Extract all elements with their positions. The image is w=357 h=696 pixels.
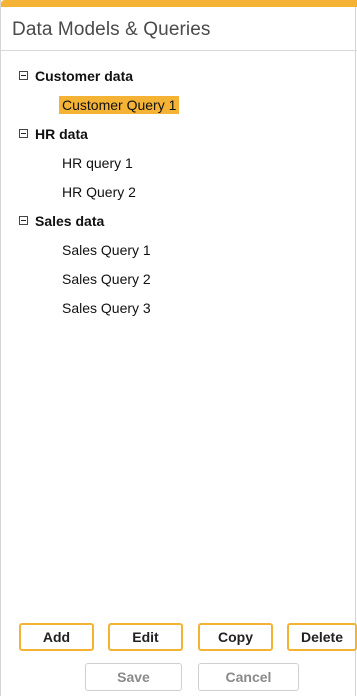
add-button[interactable]: Add (19, 623, 94, 651)
tree-item-customer-query-1[interactable]: Customer Query 1 (1, 91, 357, 120)
tree-group-label[interactable]: HR data (35, 126, 88, 142)
tree-item-label[interactable]: Customer Query 1 (59, 96, 180, 114)
tree-item-label[interactable]: Sales Query 1 (59, 241, 154, 259)
tree-group-label[interactable]: Customer data (35, 68, 133, 84)
panel-accent-bar (1, 0, 357, 7)
tree-group-hr-data[interactable]: HR data (1, 120, 357, 149)
tree-item-sales-query-2[interactable]: Sales Query 2 (1, 265, 357, 294)
panel-header: Data Models & Queries (1, 7, 357, 51)
tree-item-hr-query-1[interactable]: HR query 1 (1, 149, 357, 178)
collapse-icon[interactable] (19, 129, 28, 138)
tree-item-label[interactable]: Sales Query 2 (59, 270, 154, 288)
save-button[interactable]: Save (85, 663, 182, 691)
panel-title: Data Models & Queries (12, 19, 211, 40)
tree-item-hr-query-2[interactable]: HR Query 2 (1, 178, 357, 207)
data-models-panel: Data Models & Queries Customer data Cust… (0, 0, 357, 696)
tree-item-label[interactable]: HR query 1 (59, 154, 136, 172)
collapse-icon[interactable] (19, 216, 28, 225)
tree-item-label[interactable]: HR Query 2 (59, 183, 139, 201)
cancel-button[interactable]: Cancel (198, 663, 299, 691)
copy-button[interactable]: Copy (198, 623, 273, 651)
tree-item-label[interactable]: Sales Query 3 (59, 299, 154, 317)
edit-button[interactable]: Edit (108, 623, 183, 651)
delete-button[interactable]: Delete (287, 623, 357, 651)
tree-group-label[interactable]: Sales data (35, 213, 104, 229)
tree-group-sales-data[interactable]: Sales data (1, 207, 357, 236)
tree-group-customer-data[interactable]: Customer data (1, 62, 357, 91)
tree-item-sales-query-1[interactable]: Sales Query 1 (1, 236, 357, 265)
query-tree: Customer data Customer Query 1 HR data H… (1, 62, 357, 323)
collapse-icon[interactable] (19, 71, 28, 80)
tree-item-sales-query-3[interactable]: Sales Query 3 (1, 294, 357, 323)
